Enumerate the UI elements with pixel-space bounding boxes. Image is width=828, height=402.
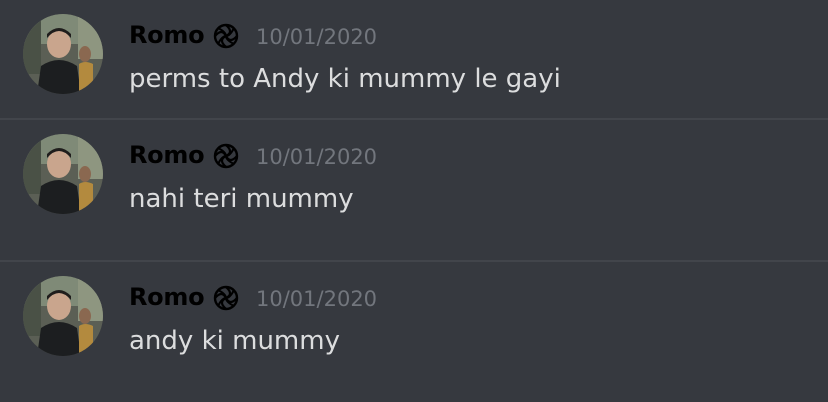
spiral-badge-icon (212, 284, 240, 312)
chat-message: Romo 10/01/2020 andy ki mummy (0, 262, 828, 402)
avatar[interactable] (23, 276, 103, 356)
author-name[interactable]: Romo (129, 138, 205, 172)
message-content: perms to Andy ki mummy le gayi (129, 64, 561, 94)
chat-message-list: Romo 10/01/2020 perms to Andy ki mummy l… (0, 0, 828, 402)
message-divider (0, 260, 828, 262)
message-timestamp: 10/01/2020 (256, 145, 378, 169)
message-timestamp: 10/01/2020 (256, 287, 378, 311)
message-divider (0, 118, 828, 120)
message-content: nahi teri mummy (129, 184, 354, 214)
spiral-badge-icon (212, 22, 240, 50)
spiral-badge-icon (212, 142, 240, 170)
message-timestamp: 10/01/2020 (256, 25, 378, 49)
avatar[interactable] (23, 14, 103, 94)
author-name[interactable]: Romo (129, 18, 205, 52)
avatar-photo-icon (23, 134, 103, 214)
avatar-photo-icon (23, 14, 103, 94)
author-name[interactable]: Romo (129, 280, 205, 314)
avatar[interactable] (23, 134, 103, 214)
message-content: andy ki mummy (129, 326, 340, 356)
avatar-photo-icon (23, 276, 103, 356)
chat-message: Romo 10/01/2020 nahi teri mummy (0, 120, 828, 261)
